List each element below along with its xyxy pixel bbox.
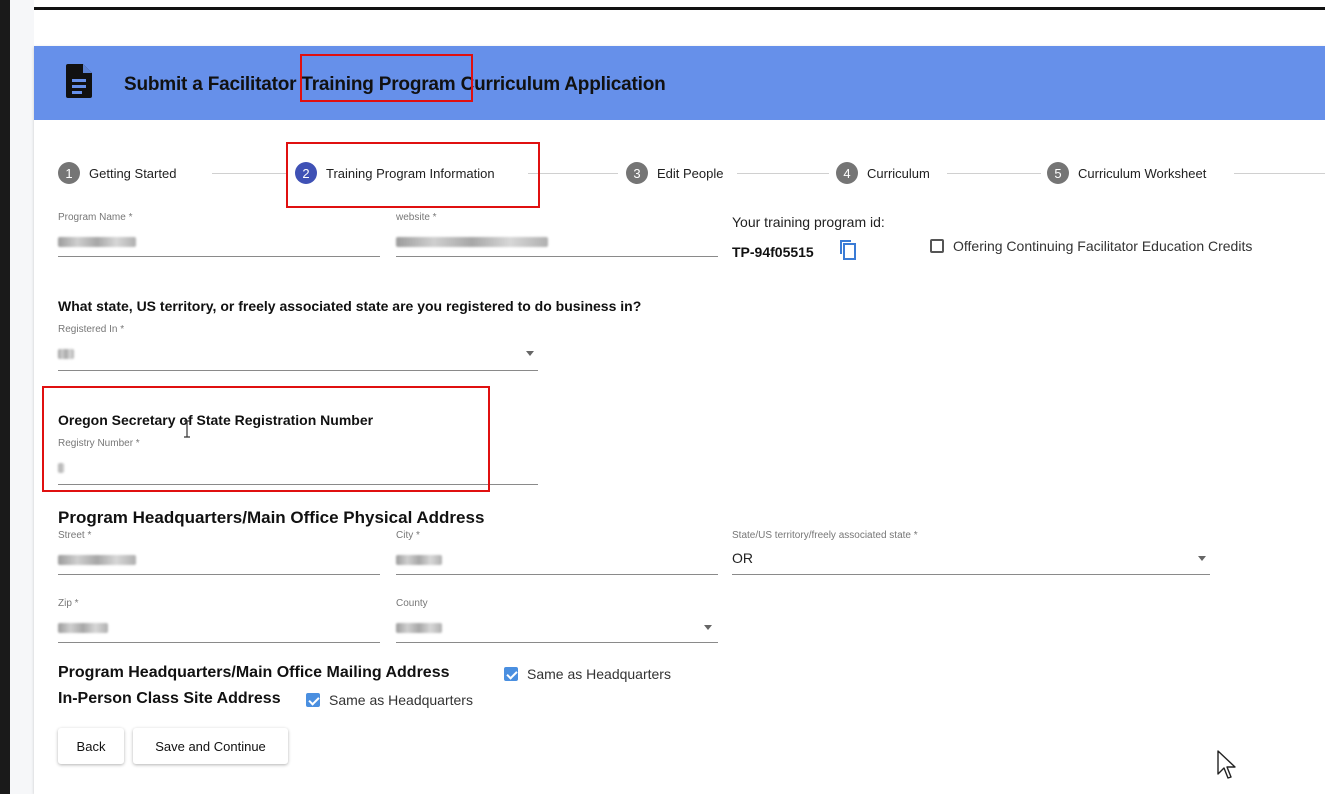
mailing-same-checkbox[interactable]: Same as Headquarters <box>504 666 671 682</box>
registered-in-value <box>58 346 74 362</box>
chevron-down-icon <box>1198 556 1206 561</box>
county-select[interactable]: County <box>396 598 718 644</box>
step-curriculum[interactable]: 4 Curriculum <box>836 158 930 188</box>
document-icon <box>66 64 92 98</box>
step-number: 3 <box>626 162 648 184</box>
highlight-box-registry <box>42 386 490 492</box>
program-name-field[interactable]: Program Name * <box>58 212 380 258</box>
chevron-down-icon <box>704 625 712 630</box>
step-edit-people[interactable]: 3 Edit People <box>626 158 724 188</box>
step-label: Curriculum <box>867 165 930 181</box>
step-number: 1 <box>58 162 80 184</box>
class-site-same-checkbox[interactable]: Same as Headquarters <box>306 692 473 708</box>
checkbox-box[interactable] <box>306 693 320 707</box>
underline <box>58 370 538 371</box>
page-header: Submit a Facilitator Training Program Cu… <box>34 46 1325 120</box>
step-label: Getting Started <box>89 165 177 181</box>
underline <box>396 256 718 257</box>
page-gutter <box>10 0 34 794</box>
class-site-same-label: Same as Headquarters <box>329 692 473 708</box>
underline <box>58 642 380 643</box>
city-value <box>396 552 442 568</box>
program-id-value: TP-94f05515 <box>732 244 814 260</box>
step-connector <box>212 173 288 174</box>
underline <box>732 574 1210 575</box>
state-label: State/US territory/freely associated sta… <box>732 530 918 541</box>
mailing-same-label: Same as Headquarters <box>527 666 671 682</box>
step-connector <box>947 173 1041 174</box>
program-name-value <box>58 234 136 250</box>
city-field[interactable]: City * <box>396 530 718 576</box>
cfe-credits-checkbox[interactable]: Offering Continuing Facilitator Educatio… <box>930 238 1252 254</box>
back-button[interactable]: Back <box>58 728 124 764</box>
website-label: website * <box>396 212 437 223</box>
physical-address-heading: Program Headquarters/Main Office Physica… <box>58 508 485 527</box>
checkbox-box[interactable] <box>930 239 944 253</box>
mailing-address-heading: Program Headquarters/Main Office Mailing… <box>58 664 450 681</box>
copy-icon[interactable] <box>840 240 856 260</box>
step-connector <box>528 173 618 174</box>
zip-label: Zip * <box>58 598 79 609</box>
street-value <box>58 552 136 568</box>
step-curriculum-worksheet[interactable]: 5 Curriculum Worksheet <box>1047 158 1206 188</box>
chevron-down-icon <box>526 351 534 356</box>
website-field[interactable]: website * <box>396 212 718 258</box>
step-getting-started[interactable]: 1 Getting Started <box>58 158 176 188</box>
checkbox-box[interactable] <box>504 667 518 681</box>
mouse-pointer-icon <box>1217 750 1236 779</box>
highlight-box-title <box>300 54 473 102</box>
registered-in-select[interactable]: Registered In * <box>58 324 538 372</box>
text-cursor-icon <box>184 420 190 438</box>
registered-in-label: Registered In * <box>58 324 125 335</box>
state-select[interactable]: State/US territory/freely associated sta… <box>732 530 1210 576</box>
window-edge <box>0 0 10 794</box>
city-label: City * <box>396 530 420 541</box>
zip-field[interactable]: Zip * <box>58 598 380 644</box>
underline <box>58 574 380 575</box>
highlight-box-step <box>286 142 540 208</box>
state-value: OR <box>732 550 753 566</box>
step-connector <box>737 173 829 174</box>
class-site-heading: In-Person Class Site Address <box>58 690 281 707</box>
registered-question: What state, US territory, or freely asso… <box>58 298 642 314</box>
step-label: Curriculum Worksheet <box>1078 165 1207 181</box>
step-label: Edit People <box>657 165 724 181</box>
zip-value <box>58 620 108 636</box>
step-number: 4 <box>836 162 858 184</box>
street-label: Street * <box>58 530 92 541</box>
save-and-continue-button[interactable]: Save and Continue <box>133 728 288 764</box>
underline <box>396 574 718 575</box>
step-number: 5 <box>1047 162 1069 184</box>
county-value <box>396 620 442 636</box>
program-name-label: Program Name * <box>58 212 133 223</box>
underline <box>58 256 380 257</box>
browser-chrome-strip <box>0 0 1325 10</box>
step-connector <box>1234 173 1325 174</box>
website-value <box>396 234 548 250</box>
underline <box>396 642 718 643</box>
street-field[interactable]: Street * <box>58 530 380 576</box>
application-card: Submit a Facilitator Training Program Cu… <box>34 46 1325 794</box>
program-id-label: Your training program id: <box>732 214 885 230</box>
cfe-credits-label: Offering Continuing Facilitator Educatio… <box>953 238 1253 254</box>
county-label: County <box>396 598 428 609</box>
stepper: 1 Getting Started 2 Training Program Inf… <box>34 158 1325 188</box>
